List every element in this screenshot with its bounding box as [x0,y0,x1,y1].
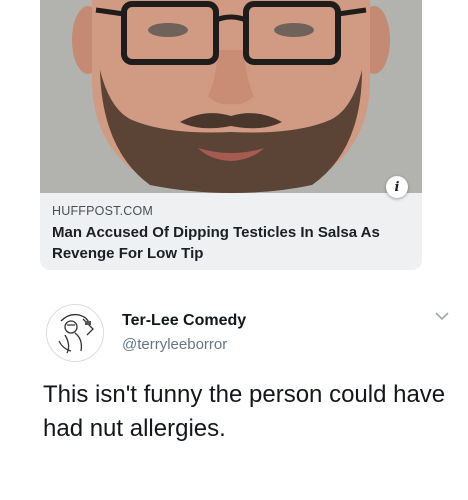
card-text-block: HUFFPOST.COM Man Accused Of Dipping Test… [52,204,412,264]
tweet-author-row: Ter-Lee Comedy @terryleeborror [42,304,456,366]
info-icon[interactable]: i [386,176,408,198]
author-handle[interactable]: @terryleeborror [122,336,227,353]
author-avatar[interactable] [46,304,104,362]
tweet-text: This isn't funny the person could have h… [43,381,446,442]
chevron-down-icon[interactable] [434,310,450,322]
author-name[interactable]: Ter-Lee Comedy [122,312,246,330]
card-headline[interactable]: Man Accused Of Dipping Testicles In Sals… [52,222,412,264]
card-domain: HUFFPOST.COM [52,204,154,218]
info-glyph: i [394,179,400,195]
link-preview-card[interactable]: i HUFFPOST.COM Man Accused Of Dipping Te… [40,0,422,270]
article-photo [40,0,422,193]
sketch-avatar-icon [48,306,102,360]
